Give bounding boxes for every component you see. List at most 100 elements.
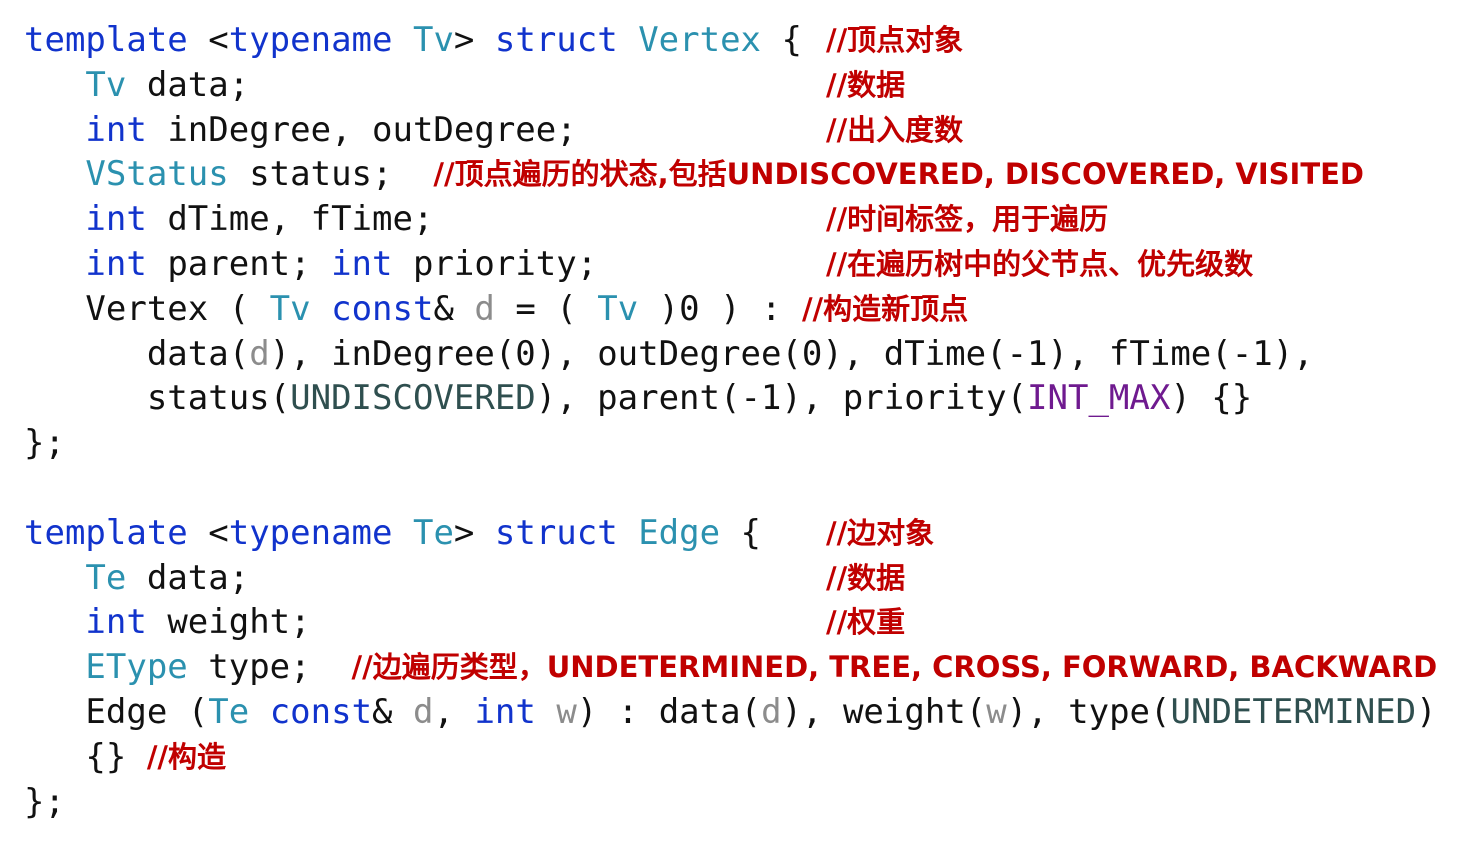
- code-comment: //构造新顶点: [801, 291, 969, 326]
- code-content: status(UNDISCOVERED), parent(-1), priori…: [24, 378, 1252, 418]
- code-text: ), parent(-1), priority(: [535, 378, 1028, 419]
- keyword: const: [331, 288, 434, 329]
- code-text: ), type(: [1006, 691, 1171, 732]
- parameter: w: [986, 691, 1007, 732]
- code-line: Tv data; //数据: [24, 63, 1437, 108]
- macro: INT_MAX: [1027, 378, 1171, 419]
- type-name: Edge: [638, 512, 721, 553]
- type-name: Te: [208, 691, 250, 732]
- code-text: status;: [228, 154, 434, 195]
- code-comment: //数据: [826, 560, 906, 595]
- code-content: Vertex ( Tv const& d = ( Tv )0 ) :: [24, 289, 802, 329]
- code-text: dTime, fTime;: [146, 199, 434, 240]
- code-line: VStatus status; //顶点遍历的状态,包括UNDISCOVERED…: [24, 152, 1437, 197]
- code-content: Edge (Te const& d, int w) : data(d), wei…: [24, 691, 1436, 732]
- code-text: Edge (: [85, 691, 209, 732]
- code-content: int weight;: [24, 602, 311, 643]
- code-content: Te data;: [24, 558, 249, 598]
- code-text: )0 ) :: [638, 288, 802, 329]
- keyword: int: [85, 199, 147, 240]
- code-comment: //边对象: [826, 515, 935, 550]
- code-text: data;: [126, 557, 250, 598]
- code-line: Vertex ( Tv const& d = ( Tv )0 ) : //构造新…: [24, 287, 1437, 332]
- code-line: {} //构造: [24, 735, 1437, 780]
- keyword: int: [85, 602, 147, 643]
- keyword: template: [24, 20, 188, 60]
- code-comment: //数据: [826, 67, 906, 102]
- code-comment: //时间标签，用于遍历: [826, 202, 1109, 237]
- code-text: ) : data(: [576, 691, 762, 732]
- code-text: <: [187, 20, 229, 60]
- parameter: d: [761, 691, 782, 732]
- code-comment: //边遍历类型，UNDETERMINED, TREE, CROSS, FORWA…: [351, 650, 1438, 685]
- enum-value: UNDETERMINED: [1170, 691, 1417, 732]
- code-text: &: [433, 288, 475, 329]
- code-text: inDegree, outDegree;: [146, 109, 577, 150]
- keyword: const: [269, 691, 373, 732]
- code-comment: //权重: [826, 605, 906, 640]
- keyword: typename: [228, 512, 393, 553]
- code-text: data;: [126, 64, 250, 105]
- code-text: ) {}: [1170, 378, 1253, 419]
- code-text: <: [187, 512, 229, 553]
- code-line: status(UNDISCOVERED), parent(-1), priori…: [24, 376, 1437, 421]
- keyword: struct: [494, 20, 618, 60]
- code-content: VStatus status;: [24, 154, 433, 194]
- code-text: weight;: [146, 602, 311, 643]
- code-text: = (: [494, 288, 598, 329]
- code-text: >: [453, 512, 495, 553]
- parameter: d: [474, 288, 495, 329]
- code-comment: //出入度数: [826, 112, 964, 147]
- parameter: w: [556, 691, 577, 732]
- code-line: int inDegree, outDegree; //出入度数: [24, 108, 1437, 153]
- type-name: Tv: [85, 64, 127, 105]
- type-name: EType: [85, 647, 188, 688]
- code-line: template <typename Tv> struct Vertex { /…: [24, 18, 1437, 63]
- code-content: int parent; int priority;: [24, 244, 597, 284]
- code-line: template <typename Te> struct Edge { //边对…: [24, 511, 1437, 556]
- code-text: ,: [433, 691, 475, 732]
- code-text: };: [24, 781, 65, 822]
- code-text: &: [372, 691, 413, 732]
- code-line: EType type; //边遍历类型，UNDETERMINED, TREE, …: [24, 645, 1437, 690]
- code-text: data(: [146, 333, 250, 374]
- code-content: template <typename Te> struct Edge {: [24, 513, 761, 553]
- code-text: >: [453, 20, 495, 60]
- parameter: d: [413, 691, 434, 732]
- code-content: int inDegree, outDegree;: [24, 109, 577, 150]
- code-content: EType type;: [24, 647, 352, 687]
- type-name: VStatus: [85, 154, 229, 195]
- type-name: Te: [412, 512, 454, 553]
- keyword: int: [85, 109, 147, 150]
- code-content: Tv data;: [24, 65, 249, 105]
- code-comment: //顶点对象: [826, 23, 964, 57]
- code-text: status(: [146, 378, 291, 419]
- code-text: priority;: [392, 243, 598, 284]
- keyword: int: [474, 691, 536, 732]
- keyword: int: [85, 243, 147, 284]
- code-line: int weight; //权重: [24, 600, 1437, 645]
- code-text: type;: [187, 647, 352, 688]
- code-text: {: [720, 512, 762, 553]
- type-name: Tv: [597, 288, 639, 329]
- code-listing: template <typename Tv> struct Vertex { /…: [24, 18, 1437, 824]
- code-line: data(d), inDegree(0), outDegree(0), dTim…: [24, 332, 1437, 377]
- type-name: Te: [85, 557, 127, 598]
